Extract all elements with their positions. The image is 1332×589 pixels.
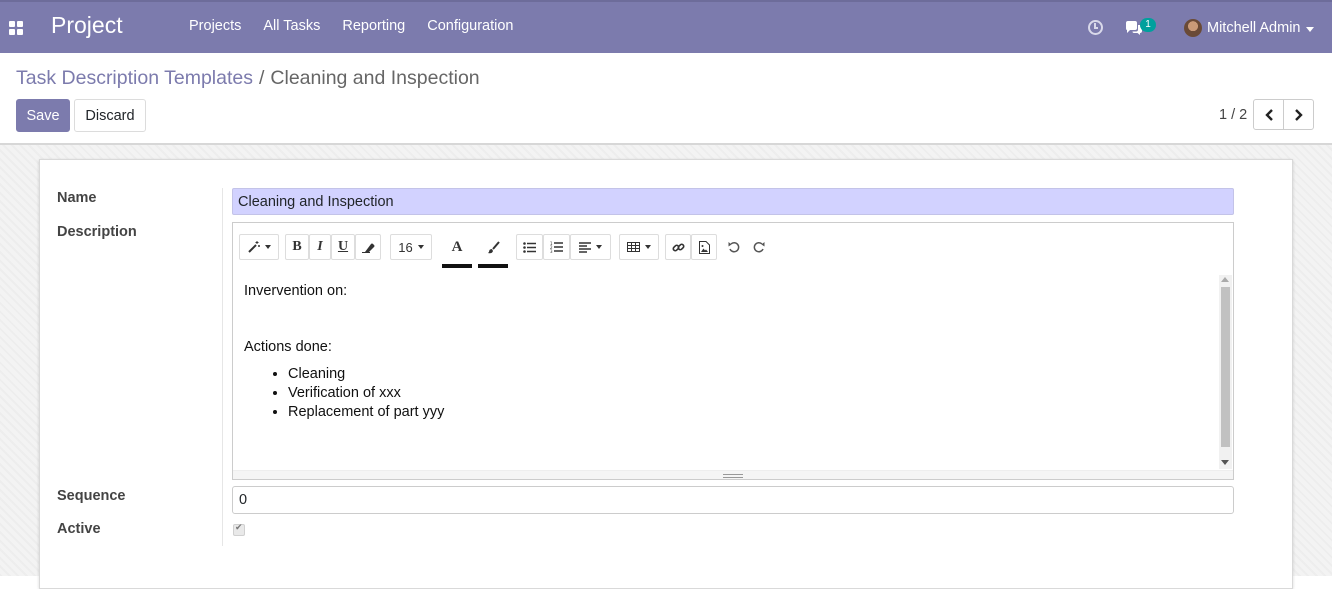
insert-media-button[interactable] [691,234,717,260]
editor-toolbar: B I U 16 A 123 [233,223,1233,269]
main-menu: Projects All Tasks Reporting Configurati… [189,18,535,34]
caret-icon [417,245,424,249]
table-dropdown[interactable] [619,234,659,260]
save-button[interactable]: Save [16,99,70,132]
menu-reporting[interactable]: Reporting [342,18,405,34]
sequence-label: Sequence [57,488,126,504]
name-field[interactable]: Cleaning and Inspection [232,188,1234,215]
insert-link-button[interactable] [665,234,691,260]
menu-all-tasks[interactable]: All Tasks [263,18,320,34]
user-avatar[interactable] [1184,19,1202,37]
apps-menu-icon[interactable] [9,21,23,35]
font-size-dropdown[interactable]: 16 [390,234,432,260]
magic-wand-icon [247,241,260,253]
chat-count-badge: 1 [1140,18,1156,32]
scrollbar-thumb[interactable] [1221,287,1230,447]
italic-button[interactable]: I [309,234,331,260]
bullet-list-icon [523,241,536,253]
content-line-actions: Actions done: [244,339,332,355]
breadcrumb-parent[interactable]: Task Description Templates [16,67,253,89]
breadcrumb-separator: / [259,67,265,89]
menu-projects[interactable]: Projects [189,18,241,34]
redo-button[interactable] [748,234,770,260]
background-color-indicator [478,264,508,268]
font-color-button[interactable]: A [444,234,470,260]
activity-clock-icon[interactable] [1088,20,1103,35]
active-label: Active [57,521,101,537]
redo-icon [753,241,765,253]
numbered-list-button[interactable]: 123 [543,234,570,260]
description-editor[interactable]: B I U 16 A 123 Invervention on: Actions … [232,222,1234,480]
discard-button[interactable]: Discard [74,99,146,132]
bullet-list-button[interactable] [516,234,543,260]
background-color-button[interactable] [480,234,506,260]
editor-scrollbar[interactable] [1219,275,1232,469]
chevron-right-icon [1294,108,1303,121]
style-dropdown[interactable] [239,234,279,260]
caret-icon [645,245,651,249]
breadcrumb: Task Description Templates / Cleaning and … [16,67,480,90]
content-line-intervention: Invervention on: [244,283,348,299]
paragraph-align-dropdown[interactable] [570,234,611,260]
file-image-icon [698,240,710,254]
undo-icon [728,241,740,253]
link-icon [671,242,685,252]
top-navbar: Project Projects All Tasks Reporting Con… [0,0,1332,53]
editor-resize-handle[interactable] [233,470,1233,479]
name-label: Name [57,190,97,206]
active-checkbox[interactable] [233,522,245,536]
menu-configuration[interactable]: Configuration [427,18,513,34]
font-color-indicator [442,264,472,268]
eraser-icon [361,243,374,253]
scroll-down-arrow-icon[interactable] [1221,460,1229,465]
bold-button[interactable]: B [285,234,309,260]
label-column-divider [222,188,223,546]
scroll-up-arrow-icon[interactable] [1221,277,1229,282]
sequence-field[interactable]: 0 [232,486,1234,514]
user-menu-name[interactable]: Mitchell Admin [1207,20,1300,36]
numbered-list-icon: 123 [550,241,563,253]
pager-previous-button[interactable] [1253,99,1284,130]
font-size-value: 16 [398,239,413,255]
pager-next-button[interactable] [1283,99,1314,130]
undo-button[interactable] [723,234,745,260]
caret-icon [596,245,602,249]
paintbrush-icon [487,240,500,253]
actions-list: Cleaning Verification of xxx Replacement… [244,365,1206,422]
editor-content[interactable]: Invervention on: Actions done: Cleaning … [233,269,1217,471]
app-name[interactable]: Project [51,12,123,39]
table-icon [627,242,640,252]
list-item: Verification of xxx [288,384,1206,403]
align-left-icon [579,241,591,253]
description-label: Description [57,224,137,240]
user-menu-caret-icon[interactable] [1306,27,1314,32]
breadcrumb-current: Cleaning and Inspection [270,67,480,89]
list-item: Replacement of part yyy [288,403,1206,422]
chevron-left-icon [1264,108,1273,121]
underline-button[interactable]: U [331,234,355,260]
list-item: Cleaning [288,365,1206,384]
caret-icon [264,245,271,249]
resize-grip-icon [723,474,743,478]
pager-value[interactable]: 1 / 2 [1219,107,1247,123]
remove-format-button[interactable] [355,234,381,260]
svg-text:3: 3 [550,249,553,253]
